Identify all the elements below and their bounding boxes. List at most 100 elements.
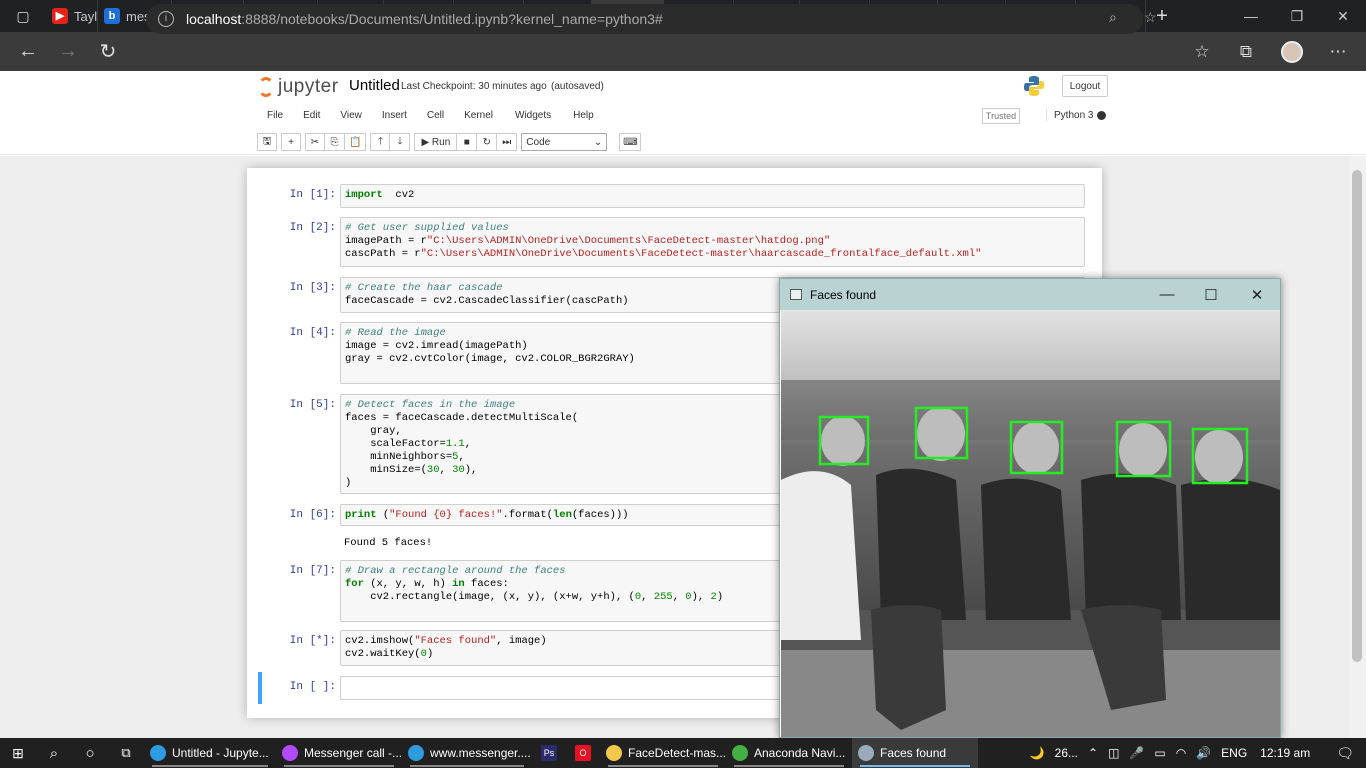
more-menu-icon[interactable]: ⋯ [1318, 32, 1358, 71]
url-field[interactable]: i localhost:8888/notebooks/Documents/Unt… [146, 4, 1157, 34]
taskbar-app-label: Anaconda Navi... [754, 746, 846, 760]
code-line: imagePath = r"C:\Users\ADMIN\OneDrive\Do… [345, 235, 1080, 248]
logout-button[interactable]: Logout [1062, 75, 1108, 97]
task-view-icon[interactable]: ⧉ [108, 738, 144, 768]
battery-icon[interactable]: ▭ [1149, 746, 1170, 760]
cell-prompt: In [2]: [289, 222, 336, 234]
taskbar-app[interactable]: Messenger call -... [276, 738, 402, 768]
jupyter-logo[interactable]: jupyter [258, 76, 339, 98]
weather-icon[interactable]: 🌙 [1025, 746, 1050, 760]
notebook-toolbar: 🖫 + ✂ ⎘ 📋 🡑 🡓 ▶ Run ■ ↻ ⏭ Code ⌄ ⌨ [257, 132, 642, 152]
paste-icon[interactable]: 📋 [345, 133, 367, 151]
hidden-icons-chevron-icon[interactable]: ⌃ [1083, 746, 1103, 760]
menu-file[interactable]: File [257, 110, 293, 121]
back-icon[interactable]: ← [8, 32, 48, 71]
kernel-name[interactable]: Python 3 [1046, 110, 1093, 121]
code-token: gray, [345, 425, 402, 437]
clock[interactable]: 12:19 am [1252, 746, 1324, 760]
code-token: , [439, 464, 453, 476]
cell-prompt: In [ ]: [289, 681, 336, 693]
run-button[interactable]: ▶ Run [414, 133, 458, 151]
browser-tab[interactable]: ▶ Taylor [46, 0, 98, 32]
code-token: for [345, 578, 364, 590]
interrupt-icon[interactable]: ■ [457, 133, 478, 151]
wifi-icon[interactable]: ◠ [1171, 746, 1191, 760]
move-up-icon[interactable]: 🡑 [370, 133, 391, 151]
volume-icon[interactable]: 🔊 [1191, 746, 1216, 760]
run-label: Run [431, 136, 451, 148]
code-token: (faces))) [571, 509, 629, 521]
forward-icon[interactable]: → [48, 32, 88, 71]
code-cell-input[interactable]: import cv2 [340, 184, 1085, 208]
cortana-icon[interactable]: ○ [72, 738, 108, 768]
notebook-title[interactable]: Untitled [349, 77, 400, 94]
refresh-icon[interactable]: ↻ [88, 32, 128, 71]
menu-view[interactable]: View [330, 110, 372, 121]
close-icon[interactable]: ✕ [1320, 0, 1366, 32]
move-down-icon[interactable]: 🡓 [390, 133, 411, 151]
restart-run-all-icon[interactable]: ⏭ [497, 133, 518, 151]
start-button[interactable]: ⊞ [0, 738, 36, 768]
zoom-icon[interactable]: ⌕ [1109, 9, 1117, 26]
code-token: ), [691, 591, 711, 603]
collections-icon[interactable]: ⧉ [1226, 32, 1266, 71]
mic-icon[interactable]: 🎤 [1124, 746, 1149, 760]
code-token: # Detect faces in the image [345, 399, 516, 411]
code-token: image = cv2.imread(imagePath) [345, 340, 528, 352]
minimize-icon[interactable]: — [1144, 279, 1190, 310]
tab-actions-icon[interactable]: ▢ [0, 0, 46, 32]
url-path: :8888/notebooks/Documents/Untitled.ipynb… [241, 11, 663, 27]
cell-type-select[interactable]: Code ⌄ [521, 133, 608, 151]
favorites-icon[interactable]: ☆ [1182, 32, 1222, 71]
minimize-icon[interactable]: — [1228, 0, 1274, 32]
taskbar-app[interactable]: www.messenger.... [402, 738, 532, 768]
taskbar-app[interactable]: Ps [532, 738, 566, 768]
menu-kernel[interactable]: Kernel [454, 110, 503, 121]
code-cell-input[interactable]: # Get user supplied values imagePath = r"… [340, 217, 1085, 267]
restore-icon[interactable]: ❐ [1274, 0, 1320, 32]
notifications-icon[interactable]: 🗨 [1324, 745, 1366, 762]
jupyter-logo-text: jupyter [278, 76, 339, 97]
camera-icon[interactable]: ◫ [1103, 746, 1124, 760]
faces-window-titlebar[interactable]: Faces found — ☐ ✕ [780, 279, 1280, 310]
taskbar-app-icon [282, 745, 298, 761]
menu-edit[interactable]: Edit [293, 110, 330, 121]
add-favorite-icon[interactable]: ☆ [1144, 9, 1157, 26]
code-token: print [345, 509, 377, 521]
taskbar-app[interactable]: Untitled - Jupyte... [144, 738, 276, 768]
tab-favicon-icon: b [104, 8, 120, 24]
weather-temp[interactable]: 26... [1050, 746, 1083, 760]
cell-prompt: In [*]: [289, 635, 336, 647]
code-token: 255 [653, 591, 673, 603]
taskbar-app-icon [150, 745, 166, 761]
menu-cell[interactable]: Cell [417, 110, 454, 121]
faces-window-title: Faces found [810, 287, 877, 302]
taskbar-app[interactable]: FaceDetect-mas... [600, 738, 726, 768]
save-icon[interactable]: 🖫 [257, 133, 277, 151]
info-icon[interactable]: i [158, 11, 174, 27]
taskbar-app[interactable]: Faces found [852, 738, 978, 768]
insert-cell-icon[interactable]: + [281, 133, 301, 151]
system-tray: 🌙 26... ⌃ ◫ 🎤 ▭ ◠ 🔊 ENG 12:19 am 🗨 [1025, 738, 1366, 768]
taskbar-app[interactable]: O [566, 738, 600, 768]
menu-help[interactable]: Help [563, 110, 604, 121]
taskbar-app-label: FaceDetect-mas... [628, 746, 727, 760]
code-token: , image) [496, 635, 547, 647]
scrollbar-thumb[interactable] [1352, 170, 1362, 662]
language-indicator[interactable]: ENG [1216, 746, 1252, 760]
close-icon[interactable]: ✕ [1234, 279, 1280, 310]
cell-type-value: Code [526, 136, 551, 148]
cut-icon[interactable]: ✂ [305, 133, 325, 151]
keyboard-shortcuts-icon[interactable]: ⌨ [619, 133, 642, 151]
maximize-icon[interactable]: ☐ [1188, 279, 1234, 310]
taskbar-app[interactable]: Anaconda Navi... [726, 738, 852, 768]
restart-icon[interactable]: ↻ [477, 133, 498, 151]
copy-icon[interactable]: ⎘ [325, 133, 345, 151]
menu-insert[interactable]: Insert [372, 110, 417, 121]
code-line: cascPath = r"C:\Users\ADMIN\OneDrive\Doc… [345, 248, 1080, 261]
code-token: , [458, 451, 465, 463]
trusted-indicator[interactable]: Trusted [982, 108, 1020, 124]
profile-avatar[interactable] [1272, 32, 1312, 71]
menu-widgets[interactable]: Widgets [503, 110, 563, 121]
search-icon[interactable]: ⌕ [36, 738, 72, 768]
